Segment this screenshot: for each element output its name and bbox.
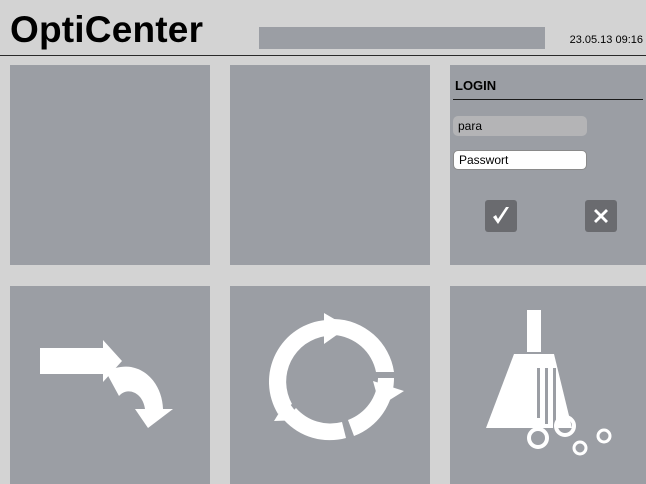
tile-clean[interactable] <box>450 286 646 484</box>
login-title: LOGIN <box>455 78 497 93</box>
header-divider <box>0 55 646 56</box>
forward-arrow-icon <box>40 340 173 428</box>
login-divider <box>453 99 643 100</box>
check-icon <box>493 207 509 224</box>
password-field[interactable] <box>453 150 587 170</box>
app-title: OptiCenter <box>10 9 204 50</box>
header: OptiCenter 23.05.13 09:16 <box>0 0 646 56</box>
tile-forward[interactable] <box>10 286 210 484</box>
close-icon <box>594 209 608 223</box>
status-bar <box>259 27 545 49</box>
cancel-button[interactable] <box>585 200 617 232</box>
datetime-display: 23.05.13 09:16 <box>569 34 643 46</box>
refresh-cycle-icon <box>268 313 404 441</box>
broom-clean-icon <box>486 310 612 456</box>
confirm-button[interactable] <box>485 200 517 232</box>
tile-refresh[interactable] <box>230 286 430 484</box>
tile-top-left[interactable] <box>10 65 210 265</box>
tile-top-center[interactable] <box>230 65 430 265</box>
username-field[interactable] <box>453 116 587 136</box>
